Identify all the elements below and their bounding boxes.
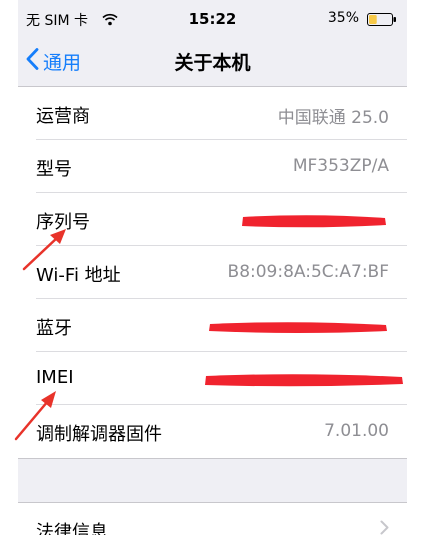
row-model: 型号 MF353ZP/A bbox=[18, 140, 407, 193]
settings-screen: 无 SIM 卡 15:22 35% 通用 关于本机 运营商 中国联通 25.0 … bbox=[18, 0, 407, 535]
row-label: 运营商 bbox=[36, 106, 90, 127]
row-serial-number: 序列号 bbox=[18, 193, 407, 246]
row-carrier: 运营商 中国联通 25.0 bbox=[18, 87, 407, 140]
redaction-scribble bbox=[205, 374, 403, 387]
chevron-right-icon bbox=[380, 520, 389, 535]
row-imei: IMEI bbox=[18, 352, 407, 405]
navigation-bar: 通用 关于本机 bbox=[18, 38, 407, 84]
row-label: 法律信息 bbox=[36, 522, 108, 535]
row-value: 中国联通 25.0 bbox=[277, 108, 389, 128]
row-label: 蓝牙 bbox=[36, 318, 72, 339]
chevron-left-icon bbox=[26, 48, 39, 74]
back-button[interactable]: 通用 bbox=[26, 46, 81, 76]
row-value: 7.01.00 bbox=[324, 421, 389, 441]
row-wifi-address: Wi-Fi 地址 B8:09:8A:5C:A7:BF bbox=[18, 246, 407, 299]
about-info-list: 运营商 中国联通 25.0 型号 MF353ZP/A 序列号 Wi-Fi 地址 … bbox=[18, 86, 407, 459]
arrow-icon bbox=[22, 229, 66, 271]
battery-percent: 35% bbox=[327, 10, 359, 26]
row-legal-info[interactable]: 法律信息 bbox=[18, 503, 407, 535]
redaction-scribble bbox=[209, 322, 387, 333]
row-value: B8:09:8A:5C:A7:BF bbox=[227, 262, 389, 282]
row-modem-firmware: 调制解调器固件 7.01.00 bbox=[18, 405, 407, 458]
legal-list: 法律信息 bbox=[18, 502, 407, 535]
redaction-scribble bbox=[242, 215, 386, 228]
status-bar: 无 SIM 卡 15:22 35% bbox=[18, 0, 407, 38]
row-value: MF353ZP/A bbox=[292, 156, 389, 176]
back-button-label: 通用 bbox=[43, 51, 82, 74]
arrow-icon bbox=[14, 391, 56, 441]
row-bluetooth: 蓝牙 bbox=[18, 299, 407, 352]
row-label: 型号 bbox=[36, 159, 72, 180]
battery-icon bbox=[367, 11, 397, 26]
row-label: IMEI bbox=[36, 367, 74, 388]
